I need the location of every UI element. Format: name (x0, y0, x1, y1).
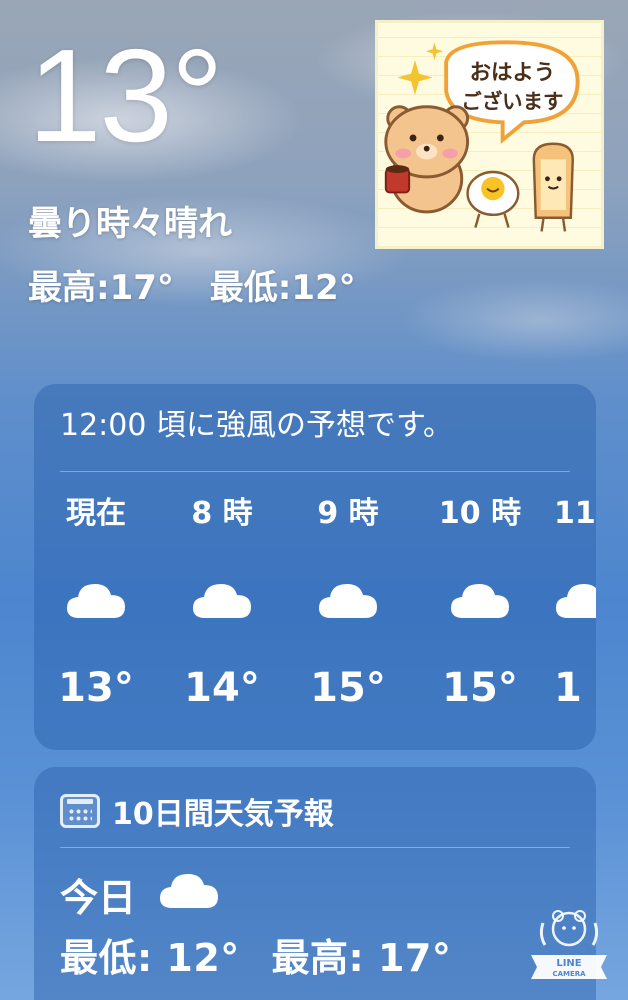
forecast-title: 10日間天気予報 (112, 797, 334, 832)
card-divider (60, 471, 570, 472)
current-temperature: 13° (28, 22, 224, 169)
calendar-icon (60, 794, 100, 828)
today-low: 最低: 12° (60, 936, 240, 980)
cloud-icon (288, 580, 408, 628)
today-label: 今日 (60, 876, 137, 920)
greeting-sticker-image: おはよう ございます (384, 40, 580, 232)
hour-label: 11 (554, 496, 596, 531)
hour-label: 8 時 (191, 496, 253, 531)
forecast-header: 10日間天気予報 (60, 789, 334, 833)
hour-item-now: 現在 13° (36, 494, 156, 708)
wind-alert-text: 12:00 頃に強風の予想です。 (60, 408, 453, 443)
today-range: 最低: 12° 最高: 17° (60, 927, 451, 982)
ten-day-forecast-card[interactable]: 10日間天気予報 今日 最低: 12° 最高: 17° (34, 767, 596, 1000)
watermark-line1: LINE (556, 958, 581, 969)
watermark-line2: CAMERA (552, 970, 586, 978)
hourly-forecast-card[interactable]: 12:00 頃に強風の予想です。 現在 13° 8 時 14° 9 時 15° … (34, 384, 596, 750)
high-temperature: 最高:17° (28, 268, 174, 308)
hour-temperature: 15° (310, 665, 386, 711)
hour-label: 10 時 (438, 496, 522, 531)
today-high: 最高: 17° (271, 936, 452, 980)
hour-temperature: 15° (442, 665, 518, 711)
cloud-icon (162, 580, 282, 628)
hour-temperature: 13° (58, 665, 134, 711)
cloud-icon (36, 580, 156, 628)
hour-item-11-partial: 11 1 (554, 494, 596, 708)
hour-item-10: 10 時 15° (420, 494, 540, 708)
greeting-sticker: おはよう ございます (375, 20, 604, 249)
hour-item-8: 8 時 14° (162, 494, 282, 708)
hour-temperature: 14° (184, 665, 260, 711)
hour-label: 9 時 (317, 496, 379, 531)
sticker-text-1: おはよう (470, 60, 556, 85)
hour-label: 現在 (66, 496, 126, 531)
cloud-icon (158, 870, 220, 919)
high-low-summary: 最高:17° 最低:12° (28, 268, 356, 309)
cloud-icon (420, 580, 540, 628)
hour-temperature: 1 (554, 665, 582, 711)
sticker-text-2: ございます (461, 90, 563, 114)
low-temperature: 最低:12° (209, 268, 356, 308)
line-camera-watermark: LINE CAMERA (525, 905, 613, 985)
weather-condition: 曇り時々晴れ (28, 204, 232, 244)
forecast-today-row[interactable]: 今日 (60, 867, 220, 922)
hour-item-9: 9 時 15° (288, 494, 408, 708)
card-divider (60, 847, 570, 848)
cloud-icon (554, 580, 596, 628)
